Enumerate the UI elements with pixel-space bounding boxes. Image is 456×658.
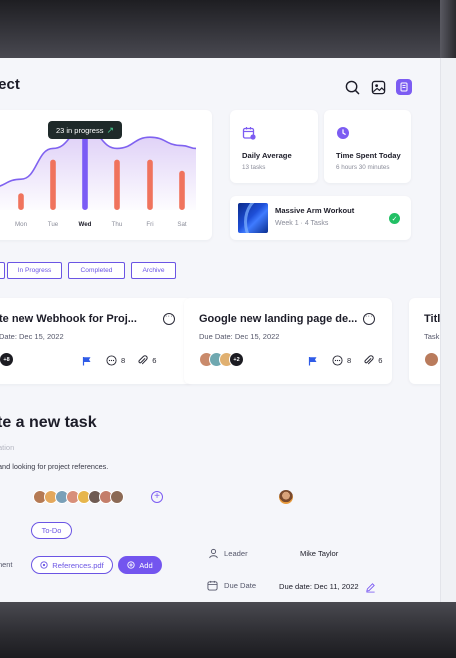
plus-circle-icon xyxy=(127,561,135,569)
filter-tab-in-progress[interactable]: In Progress xyxy=(7,262,62,279)
assignee-avatars: +8 xyxy=(0,352,14,367)
notes-icon[interactable] xyxy=(396,79,412,95)
edit-pencil-icon[interactable] xyxy=(365,582,376,593)
chart-bar-wed[interactable] xyxy=(82,131,88,210)
workout-card[interactable]: Massive Arm Workout Week 1 · 4 Tasks ✓ xyxy=(230,196,411,240)
search-icon[interactable] xyxy=(343,78,361,96)
status-badge-todo[interactable]: To-Do xyxy=(31,522,72,539)
workout-thumbnail xyxy=(238,203,268,233)
comment-icon xyxy=(332,355,343,366)
stat-value: 6 hours 30 minutes xyxy=(336,164,390,171)
task-card[interactable]: te new Webhook for Proj... Date: Dec 15,… xyxy=(0,298,192,384)
stat-card-time-spent[interactable]: Time Spent Today 6 hours 30 minutes xyxy=(324,110,411,183)
flag-icon xyxy=(82,356,91,365)
comment-count: 8 xyxy=(121,356,126,365)
chart-tick-label: Sat xyxy=(177,221,187,228)
attachment-count: 6 xyxy=(152,356,157,365)
progress-chart: Mon Tue Wed Thu Fri Sat 23 in progress ↗ xyxy=(0,110,212,240)
calendar-icon xyxy=(207,580,218,591)
new-task-title: te a new task xyxy=(0,414,97,431)
attachment-file-pill[interactable]: References.pdf xyxy=(31,556,113,574)
task-card[interactable]: Titl Task xyxy=(409,298,440,384)
add-attachment-button[interactable]: Add xyxy=(118,556,162,574)
due-date-value[interactable]: Due date: Dec 11, 2022 xyxy=(279,582,359,591)
stat-value: 13 tasks xyxy=(242,164,266,171)
task-due-date: Task xyxy=(424,332,440,341)
trend-up-icon: ↗ xyxy=(106,124,115,135)
stat-card-daily-average[interactable]: Daily Average 13 tasks xyxy=(230,110,318,183)
background-bottom xyxy=(0,600,456,658)
task-description[interactable]: and looking for project references. xyxy=(0,462,108,471)
leader-label: Leader xyxy=(224,549,248,558)
link-icon xyxy=(40,561,48,569)
comment-count: 8 xyxy=(347,356,352,365)
more-options-icon[interactable]: ··· xyxy=(363,313,375,325)
tooltip-text: 23 in progress xyxy=(55,125,104,135)
page-title: ject xyxy=(0,76,20,93)
avatar xyxy=(110,490,124,504)
leader-avatar xyxy=(279,490,293,504)
chart-tick-label: Thu xyxy=(112,221,123,228)
chart-tick-label: Tue xyxy=(48,221,59,228)
workout-subtitle: Week 1 · 4 Tasks xyxy=(275,220,329,227)
assignee-avatars: +2 xyxy=(199,352,244,367)
task-meta: 8 6 xyxy=(82,355,156,366)
chart-bar-thu[interactable] xyxy=(114,159,120,210)
chart-tick-label: Wed xyxy=(79,221,92,228)
member-avatars xyxy=(33,490,124,504)
chart-tooltip: 23 in progress ↗ xyxy=(48,121,122,139)
leader-name: Mike Taylor xyxy=(300,549,339,558)
chart-bar-tue[interactable] xyxy=(50,159,56,210)
clock-icon xyxy=(337,127,349,139)
user-icon xyxy=(209,548,218,559)
stat-label: Daily Average xyxy=(242,151,292,160)
task-title: Google new landing page de... xyxy=(199,313,358,325)
image-icon[interactable] xyxy=(369,78,387,96)
calendar-icon xyxy=(242,127,256,140)
workout-title: Massive Arm Workout xyxy=(275,206,355,215)
task-meta: 8 6 xyxy=(308,355,382,366)
app-screen: ject Mon Tue Wed Thu Fri Sat 23 in progress ↗… xyxy=(0,58,440,602)
task-title: Titl xyxy=(424,313,440,325)
stat-label: Time Spent Today xyxy=(336,151,401,160)
avatar xyxy=(424,352,439,367)
attachment-file-name: References.pdf xyxy=(52,560,104,570)
more-options-icon[interactable]: ··· xyxy=(163,313,175,325)
task-due-date: Due Date: Dec 15, 2022 xyxy=(199,332,280,341)
chart-tick-label: Fri xyxy=(146,221,153,228)
avatar-overflow-count: +8 xyxy=(0,352,14,367)
assignee-avatars xyxy=(424,352,439,367)
due-date-label: Due Date xyxy=(224,581,257,590)
side-panel-edge xyxy=(440,58,456,602)
check-icon: ✓ xyxy=(389,213,400,224)
comment-icon xyxy=(106,355,117,366)
chart-bar-fri[interactable] xyxy=(147,159,153,210)
chart-bar-sat[interactable] xyxy=(179,170,185,210)
filter-tab-archive[interactable]: Archive xyxy=(131,262,176,279)
task-due-date: Date: Dec 15, 2022 xyxy=(0,332,64,341)
task-title: te new Webhook for Proj... xyxy=(0,313,137,325)
attachment-count: 6 xyxy=(378,356,383,365)
add-label: Add xyxy=(139,560,153,570)
form-section-label: ation xyxy=(0,443,15,452)
flag-icon xyxy=(308,356,317,365)
paperclip-icon xyxy=(364,355,374,365)
chart-tick-label: Mon xyxy=(15,221,28,228)
filter-tab-completed[interactable]: Completed xyxy=(68,262,125,279)
chart-bar-mon[interactable] xyxy=(18,193,24,210)
background-top xyxy=(0,0,456,60)
add-member-icon[interactable]: + xyxy=(151,491,163,503)
filter-tab-partial[interactable] xyxy=(0,262,5,279)
task-card[interactable]: Google new landing page de... Due Date: … xyxy=(184,298,392,384)
avatar-overflow-count: +2 xyxy=(229,352,244,367)
paperclip-icon xyxy=(138,355,148,365)
attachment-label: ment xyxy=(0,560,13,569)
